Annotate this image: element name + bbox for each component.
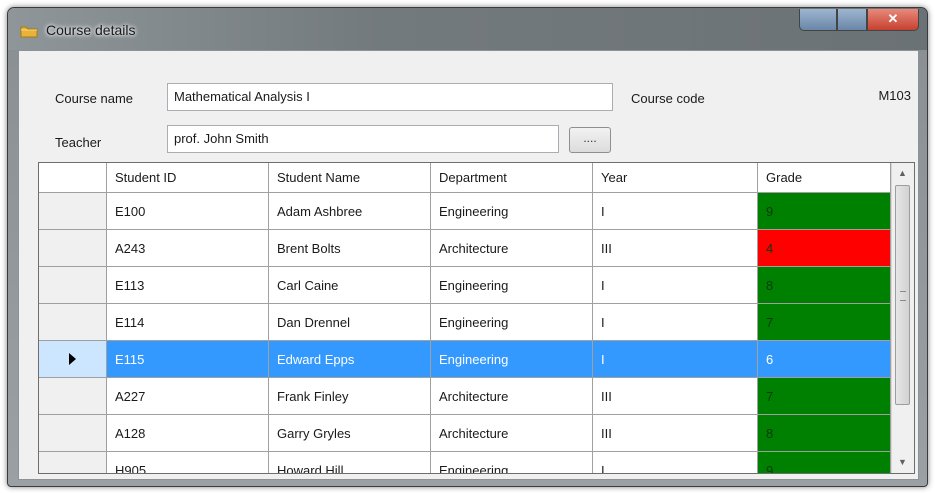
teacher-field[interactable]: prof. John Smith [167,125,559,153]
cell-grade[interactable]: 9 [758,452,891,473]
close-button[interactable]: ✕ [867,9,919,31]
column-header-student-id[interactable]: Student ID [107,163,269,193]
cell-student-id[interactable]: A243 [107,230,269,267]
cell-student-id[interactable]: E113 [107,267,269,304]
table-row[interactable]: A128 Garry Gryles Architecture III 8 [39,415,891,452]
cell-grade[interactable]: 7 [758,304,891,341]
scroll-down-icon[interactable]: ▼ [894,454,911,471]
cell-grade[interactable]: 4 [758,230,891,267]
cell-student-id[interactable]: E100 [107,193,269,230]
course-code-value: M103 [757,83,917,111]
table-row[interactable]: A243 Brent Bolts Architecture III 4 [39,230,891,267]
cell-student-id[interactable]: A128 [107,415,269,452]
folder-icon [20,26,38,38]
cell-department[interactable]: Engineering [431,452,593,473]
cell-student-name[interactable]: Dan Drennel [269,304,431,341]
cell-student-name[interactable]: Edward Epps [269,341,431,378]
cell-student-id[interactable]: H905 [107,452,269,473]
table-row[interactable]: A227 Frank Finley Architecture III 7 [39,378,891,415]
cell-department[interactable]: Architecture [431,230,593,267]
table-row[interactable]: E115 Edward Epps Engineering I 6 [39,341,891,378]
cell-grade[interactable]: 8 [758,267,891,304]
row-header[interactable] [39,193,107,230]
table-row[interactable]: H905 Howard Hill Engineering I 9 [39,452,891,473]
grid-vertical-scrollbar[interactable]: ▲ ▼ [891,163,914,473]
row-header[interactable] [39,415,107,452]
cell-department[interactable]: Engineering [431,267,593,304]
cell-grade[interactable]: 6 [758,341,891,378]
table-row[interactable]: E113 Carl Caine Engineering I 8 [39,267,891,304]
cell-student-name[interactable]: Frank Finley [269,378,431,415]
column-header-student-name[interactable]: Student Name [269,163,431,193]
teacher-label: Teacher [55,135,102,150]
cell-grade[interactable]: 9 [758,193,891,230]
cell-student-name[interactable]: Carl Caine [269,267,431,304]
cell-year[interactable]: I [593,267,758,304]
column-header-grade[interactable]: Grade [758,163,891,193]
cell-department[interactable]: Engineering [431,193,593,230]
title-bar[interactable]: Course details ✕ [8,8,927,50]
minimize-button[interactable] [799,9,837,31]
course-details-window: Course details ✕ Course name Mathematica… [7,7,928,487]
scroll-thumb[interactable] [895,185,910,405]
cell-year[interactable]: III [593,415,758,452]
cell-student-name[interactable]: Adam Ashbree [269,193,431,230]
cell-grade[interactable]: 8 [758,415,891,452]
table-row[interactable]: E114 Dan Drennel Engineering I 7 [39,304,891,341]
cell-department[interactable]: Architecture [431,415,593,452]
cell-year[interactable]: I [593,341,758,378]
cell-student-id[interactable]: A227 [107,378,269,415]
column-header-year[interactable]: Year [593,163,758,193]
students-grid[interactable]: Student ID Student Name Department Year … [38,162,915,474]
table-row[interactable]: E100 Adam Ashbree Engineering I 9 [39,193,891,230]
row-header-corner [39,163,107,193]
grid-header-row: Student ID Student Name Department Year … [39,163,891,193]
row-header[interactable] [39,230,107,267]
course-name-label: Course name [55,91,134,106]
row-header[interactable] [39,378,107,415]
row-header[interactable] [39,452,107,473]
row-header[interactable] [39,267,107,304]
cell-year[interactable]: III [593,230,758,267]
cell-year[interactable]: I [593,304,758,341]
browse-teacher-button[interactable]: .... [569,127,611,153]
row-header[interactable] [39,341,107,378]
cell-department[interactable]: Engineering [431,341,593,378]
course-name-field[interactable]: Mathematical Analysis I [167,83,613,111]
cell-student-name[interactable]: Howard Hill [269,452,431,473]
cell-grade[interactable]: 7 [758,378,891,415]
maximize-button[interactable] [837,9,867,31]
cell-department[interactable]: Architecture [431,378,593,415]
cell-student-id[interactable]: E115 [107,341,269,378]
cell-student-name[interactable]: Brent Bolts [269,230,431,267]
cell-year[interactable]: I [593,452,758,473]
cell-year[interactable]: I [593,193,758,230]
scroll-up-icon[interactable]: ▲ [894,165,911,182]
cell-student-id[interactable]: E114 [107,304,269,341]
caption-buttons: ✕ [799,9,919,31]
cell-department[interactable]: Engineering [431,304,593,341]
grip-icon [900,291,906,301]
column-header-department[interactable]: Department [431,163,593,193]
cell-student-name[interactable]: Garry Gryles [269,415,431,452]
row-header[interactable] [39,304,107,341]
window-title: Course details [46,22,136,38]
close-icon: ✕ [887,11,899,26]
current-row-arrow-icon [69,353,76,365]
cell-year[interactable]: III [593,378,758,415]
course-code-label: Course code [631,91,705,106]
